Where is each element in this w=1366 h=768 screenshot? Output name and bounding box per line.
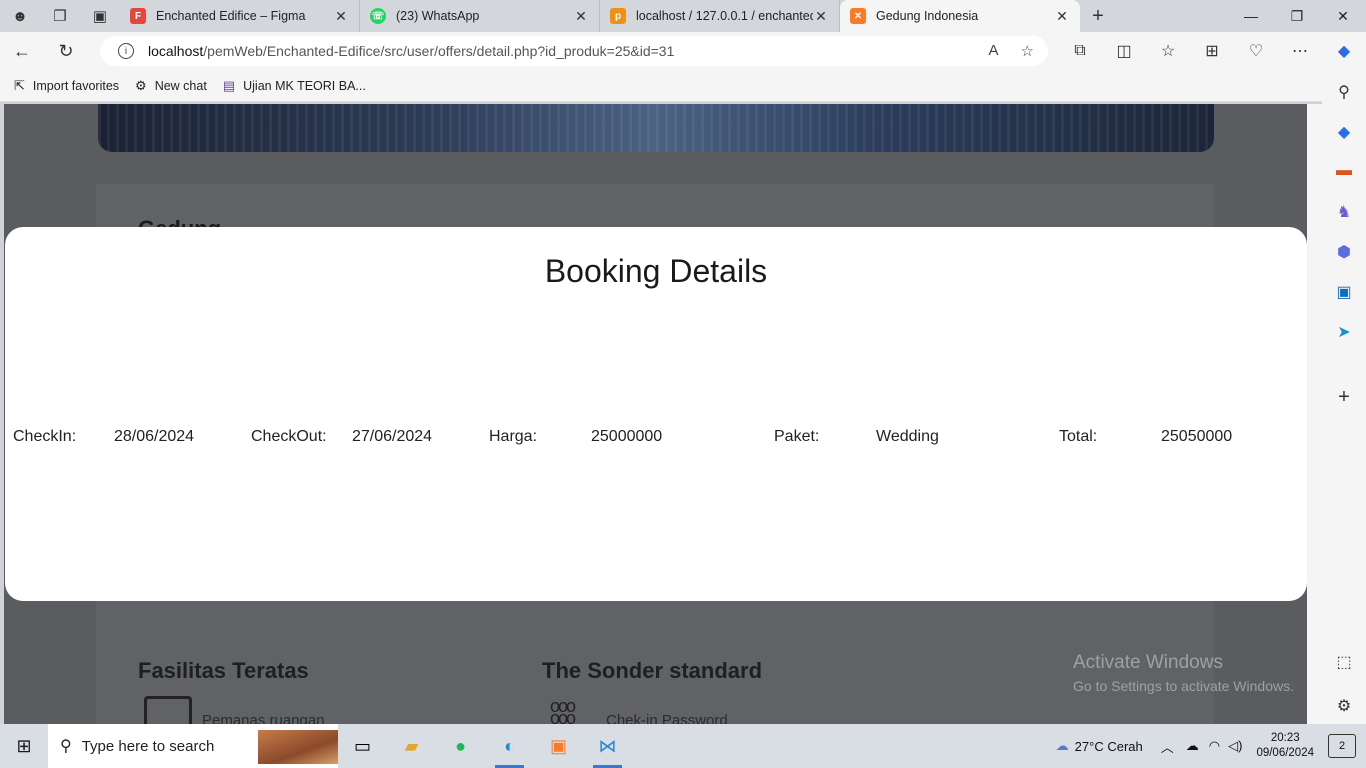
split-screen-icon[interactable]: ◫ [1102,32,1146,70]
workspaces-icon[interactable]: ❐ [40,0,80,32]
outlook-icon[interactable]: ▣ [1322,282,1366,302]
page-scrollbar[interactable] [1307,104,1322,724]
harga-label: Harga: [489,428,538,445]
close-tab-icon[interactable]: ✕ [1054,8,1070,25]
favorite-import[interactable]: ⇱ Import favorites [14,78,119,94]
favorites-bar: ⇱ Import favorites ⚙ New chat ▤ Ujian MK TE… [0,70,1366,102]
tab-whatsapp[interactable]: ☏ (23) WhatsApp ✕ [360,0,600,32]
checkout-value: 27/06/2024 [352,428,433,445]
total-value: 25050000 [1161,428,1233,445]
facility-item: Pemanas ruangan [202,712,325,724]
add-sidebar-icon[interactable]: + [1322,386,1366,409]
system-tray: ☁ 27°C Cerah ︿ ☁ ◠ ◁) 20:23 09/06/2024 2 [1056,724,1366,768]
checkin-value: 28/06/2024 [114,428,195,445]
read-aloud-icon[interactable]: A [989,42,999,60]
search-highlight-image [258,730,338,764]
windows-taskbar: ⊞ ⚲ Type here to search ▭ ▰ ● ◐ ▣ ⋈ ☁ 27°… [0,724,1366,768]
favorite-new-chat[interactable]: ⚙ New chat [135,78,207,94]
tab-phpmyadmin[interactable]: p localhost / 127.0.0.1 / enchanted ✕ [600,0,840,32]
back-button[interactable]: ← [0,32,44,70]
windows-start-icon[interactable]: ⊞ [0,724,48,768]
collections-icon[interactable]: ⊞ [1190,32,1234,70]
harga-value: 25000000 [591,428,663,445]
address-toolbar: ← ↻ i localhost/pemWeb/Enchanted-Edifice… [0,32,1366,70]
browser-essentials-icon[interactable]: ♡ [1234,32,1278,70]
close-tab-icon[interactable]: ✕ [813,8,829,25]
checkin-label: CheckIn: [13,428,77,445]
shopping-tag-icon[interactable]: ◆ [1322,122,1366,142]
spotify-icon[interactable]: ● [436,724,485,768]
hero-image [98,104,1214,152]
window-controls: — ❐ ✕ [1228,0,1366,32]
vscode-icon[interactable]: ⋈ [583,724,632,768]
extensions-icon[interactable]: ⧉ [1058,32,1102,70]
edge-sidebar: ⚲ ◆ ▬ ♞ ⬢ ▣ ➤ + ⬚ ⚙ [1322,70,1366,724]
favorite-star-icon[interactable]: ☆ [1021,42,1034,60]
copilot-icon[interactable]: ◆ [1322,32,1366,70]
wifi-icon[interactable]: ◠ [1209,738,1220,754]
close-tab-icon[interactable]: ✕ [333,8,349,25]
tab-figma[interactable]: F Enchanted Edifice – Figma ✕ [120,0,360,32]
favorite-ujian[interactable]: ▤ Ujian MK TEORI BA... [223,78,366,94]
xampp-icon[interactable]: ▣ [534,724,583,768]
games-icon[interactable]: ♞ [1322,202,1366,222]
reload-button[interactable]: ↻ [44,32,88,70]
tab-gedung-indonesia[interactable]: ✕ Gedung Indonesia ✕ [840,0,1080,32]
weather-widget[interactable]: ☁ 27°C Cerah [1056,738,1143,754]
url-host: localhost [148,43,204,59]
file-explorer-icon[interactable]: ▰ [387,724,436,768]
heater-icon [144,696,192,724]
phpmyadmin-icon: p [610,8,626,24]
total-label: Total: [1059,428,1098,445]
close-window-button[interactable]: ✕ [1320,0,1366,32]
new-tab-button[interactable]: + [1080,0,1116,32]
site-info-icon[interactable]: i [118,43,134,59]
url-path: /pemWeb/Enchanted-Edifice/src/user/offer… [203,43,675,59]
task-view-icon[interactable]: ▭ [338,724,387,768]
whatsapp-icon: ☏ [370,8,386,24]
minimize-button[interactable]: — [1228,0,1274,32]
profile-icon[interactable]: ☻ [0,0,40,32]
notification-center-icon[interactable]: 2 [1328,734,1356,758]
favorites-icon[interactable]: ☆ [1146,32,1190,70]
search-icon: ⚲ [60,738,72,755]
facilities-heading: Fasilitas Teratas [138,658,309,683]
standard-item: Chek-in Password [606,712,728,724]
standard-heading: The Sonder standard [542,658,763,683]
url-bar[interactable]: i localhost/pemWeb/Enchanted-Edifice/src… [100,36,1048,66]
activate-windows-watermark: Activate Windows Go to Settings to activ… [1073,652,1294,694]
office-icon[interactable]: ⬢ [1322,242,1366,262]
figma-icon: F [130,8,146,24]
tab-actions-icon[interactable]: ▣ [80,0,120,32]
search-icon[interactable]: ⚲ [1322,82,1366,102]
keypad-icon: ooo ooo [550,696,576,724]
tools-icon[interactable]: ▬ [1322,162,1366,180]
weather-icon: ☁ [1055,738,1069,753]
chat-icon: ⚙ [135,77,147,93]
paket-value: Wedding [876,428,939,445]
paket-label: Paket: [774,428,820,445]
browser-tab-bar: ☻ ❐ ▣ F Enchanted Edifice – Figma ✕ ☏ (2… [0,0,1366,32]
edge-icon[interactable]: ◐ [485,724,534,768]
checkout-label: CheckOut: [251,428,327,445]
screenshot-icon[interactable]: ⬚ [1322,652,1366,672]
chevron-up-icon[interactable]: ︿ [1161,737,1174,756]
onedrive-icon[interactable]: ☁ [1186,738,1199,754]
modal-title: Booking Details [544,253,768,289]
send-icon[interactable]: ➤ [1322,322,1366,342]
form-icon: ▤ [222,77,236,93]
volume-icon[interactable]: ◁) [1228,738,1242,754]
clock[interactable]: 20:23 09/06/2024 [1256,731,1314,761]
taskbar-search[interactable]: ⚲ Type here to search [48,724,338,768]
restore-button[interactable]: ❐ [1274,0,1320,32]
settings-gear-icon[interactable]: ⚙ [1322,696,1366,716]
booking-details-modal: Booking Details CheckIn: 28/06/2024 Chec… [5,227,1307,601]
import-icon: ⇱ [14,77,25,93]
more-menu-icon[interactable]: ⋯ [1278,32,1322,70]
xampp-icon: ✕ [850,8,866,24]
close-tab-icon[interactable]: ✕ [573,8,589,25]
